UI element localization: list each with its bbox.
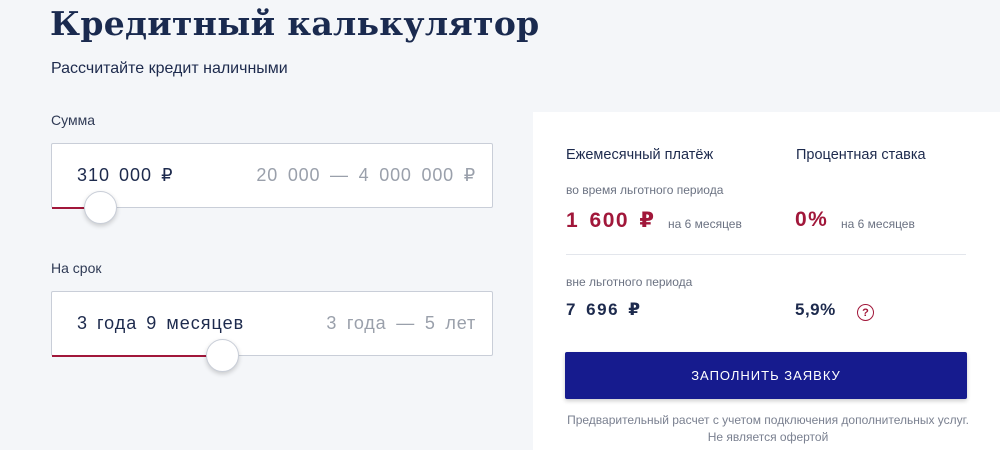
amount-label: Сумма bbox=[51, 112, 95, 128]
submit-application-button[interactable]: ЗАПОЛНИТЬ ЗАЯВКУ bbox=[565, 352, 967, 399]
grace-period-label: во время льготного периода bbox=[566, 183, 724, 197]
after-period-label: вне льготного периода bbox=[566, 275, 693, 289]
amount-range: 20 000 — 4 000 000 ₽ bbox=[256, 165, 476, 185]
term-label: На срок bbox=[51, 260, 102, 276]
grace-payment-value: 1 600 ₽ bbox=[566, 209, 656, 232]
grace-payment-note: на 6 месяцев bbox=[668, 217, 742, 231]
term-slider-thumb[interactable] bbox=[206, 339, 239, 372]
interest-rate-header: Процентная ставка bbox=[796, 147, 926, 163]
page-title: Кредитный калькулятор bbox=[50, 4, 540, 43]
term-value: 3 года 9 месяцев bbox=[77, 313, 245, 333]
page-subtitle: Рассчитайте кредит наличными bbox=[51, 60, 288, 77]
term-input[interactable]: 3 года 9 месяцев 3 года — 5 лет bbox=[51, 291, 493, 357]
grace-rate-value: 0% bbox=[795, 208, 829, 231]
grace-rate-note: на 6 месяцев bbox=[841, 217, 915, 231]
term-range: 3 года — 5 лет bbox=[326, 313, 476, 333]
after-rate-value: 5,9% bbox=[795, 300, 836, 319]
monthly-payment-header: Ежемесячный платёж bbox=[566, 147, 714, 163]
amount-slider-thumb[interactable] bbox=[84, 191, 117, 224]
amount-value: 310 000 ₽ bbox=[77, 165, 174, 185]
disclaimer-text: Предварительный расчет с учетом подключе… bbox=[567, 413, 969, 444]
divider bbox=[566, 254, 966, 255]
amount-input[interactable]: 310 000 ₽ 20 000 — 4 000 000 ₽ bbox=[51, 143, 493, 209]
term-slider-track bbox=[52, 355, 224, 357]
after-payment-value: 7 696 ₽ bbox=[566, 300, 642, 319]
help-icon[interactable]: ? bbox=[857, 304, 874, 321]
results-panel: Ежемесячный платёж Процентная ставка во … bbox=[533, 112, 1000, 450]
